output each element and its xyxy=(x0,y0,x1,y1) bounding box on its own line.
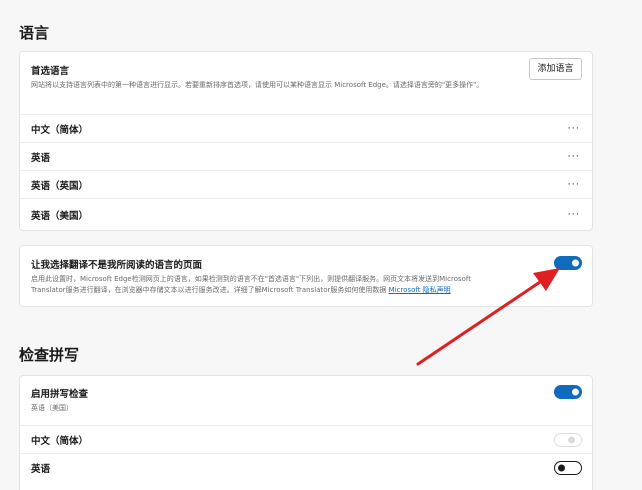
translate-offer-toggle[interactable] xyxy=(554,256,582,270)
language-label: 英语（英国） xyxy=(31,180,89,192)
spellcheck-language-toggle[interactable] xyxy=(554,461,582,475)
spellcheck-language-row: 中文（简体） xyxy=(20,426,592,454)
translate-offer-card: 让我选择翻译不是我所阅读的语言的页面 启用此设置时，Microsoft Edge… xyxy=(19,245,593,307)
language-label: 中文（简体） xyxy=(31,124,89,136)
translate-description-line2: Translator服务进行翻译，在浏览器中存储文本以进行服务改进。详细了解Mi… xyxy=(31,286,387,294)
spellcheck-section-title: 检查拼写 xyxy=(19,346,80,364)
toggle-knob xyxy=(572,259,579,267)
translate-offer-title: 让我选择翻译不是我所阅读的语言的页面 xyxy=(31,260,203,271)
more-actions-button[interactable]: ··· xyxy=(567,179,580,190)
preferred-languages-card: 首选语言 网站将以支持语言列表中的第一种语言进行显示。若要重新排序首选项，请使用… xyxy=(19,51,593,231)
more-actions-button[interactable]: ··· xyxy=(567,151,580,162)
spellcheck-language-label: 中文（简体） xyxy=(31,435,89,447)
spellcheck-language-toggle[interactable] xyxy=(554,433,582,447)
enable-spellcheck-title: 启用拼写检查 xyxy=(31,389,89,400)
toggle-knob xyxy=(568,436,575,444)
preferred-languages-header: 首选语言 网站将以支持语言列表中的第一种语言进行显示。若要重新排序首选项，请使用… xyxy=(20,52,592,115)
enable-spellcheck-row: 启用拼写检查 英语（美国） xyxy=(20,376,592,426)
spellcheck-language-row: 英语 xyxy=(20,454,592,482)
language-row: 英语 ··· xyxy=(20,143,592,171)
spellcheck-card: 启用拼写检查 英语（美国） 中文（简体） 英语 xyxy=(19,375,593,490)
translate-offer-description: 启用此设置时，Microsoft Edge检测网页上的语言，如果检测到的语言不在… xyxy=(31,274,561,296)
preferred-languages-description: 网站将以支持语言列表中的第一种语言进行显示。若要重新排序首选项，请使用可以某种语… xyxy=(31,81,484,89)
language-row: 中文（简体） ··· xyxy=(20,115,592,143)
language-label: 英语（美国） xyxy=(31,210,89,222)
enable-spellcheck-subtitle: 英语（美国） xyxy=(31,404,73,412)
more-actions-button[interactable]: ··· xyxy=(567,123,580,134)
add-language-button[interactable]: 添加语言 xyxy=(529,58,582,80)
spellcheck-language-label: 英语 xyxy=(31,464,51,475)
more-actions-button[interactable]: ··· xyxy=(567,209,580,220)
preferred-languages-title: 首选语言 xyxy=(31,66,70,77)
translate-description-line1: 启用此设置时，Microsoft Edge检测网页上的语言，如果检测到的语言不在… xyxy=(31,275,471,283)
language-row: 英语（英国） ··· xyxy=(20,171,592,199)
toggle-knob xyxy=(572,388,579,396)
language-section-title: 语言 xyxy=(19,24,50,42)
toggle-knob xyxy=(558,464,565,472)
privacy-statement-link[interactable]: Microsoft 隐私声明 xyxy=(389,286,451,294)
enable-spellcheck-toggle[interactable] xyxy=(554,385,582,399)
language-label: 英语 xyxy=(31,152,51,164)
language-row: 英语（美国） ··· xyxy=(20,199,592,230)
